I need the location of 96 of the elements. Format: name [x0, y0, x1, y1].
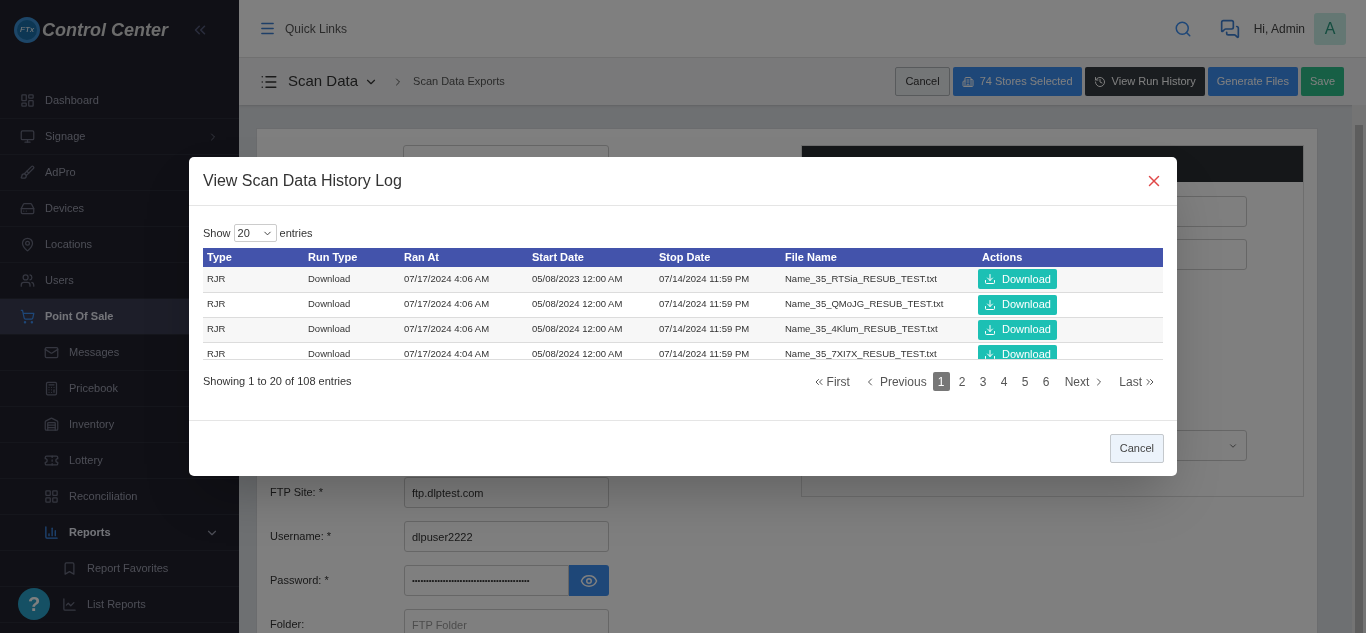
logo-text: Control Center [42, 18, 170, 42]
calculator-icon [44, 381, 59, 396]
table-cell: 07/14/2024 11:59 PM [655, 317, 781, 342]
download-icon [984, 273, 996, 286]
download-icon [984, 323, 996, 336]
table-cell: Name_35_RTSia_RESUB_TEST.txt [781, 267, 978, 292]
toolbar-button[interactable]: Generate Files [1207, 67, 1298, 96]
toolbar-button[interactable]: 74 Stores Selected [952, 67, 1082, 96]
chat-icon[interactable] [1219, 18, 1240, 39]
page-button[interactable]: 5 [1016, 372, 1034, 391]
page-title[interactable]: Scan Data [288, 70, 359, 93]
field-label: Password: * [270, 573, 330, 589]
download-icon [984, 298, 996, 311]
table-cell: Download [304, 317, 400, 342]
toolbar-button[interactable]: Save [1300, 67, 1344, 96]
sidebar-item[interactable]: Signage [0, 119, 239, 155]
column-header: Stop Date [655, 248, 781, 267]
drive-icon [20, 201, 35, 216]
bar-chart-icon [44, 525, 59, 540]
help-button[interactable]: ? [18, 588, 50, 620]
table-cell: 05/08/2023 12:00 AM [528, 267, 655, 292]
previous-page-button[interactable]: Previous [863, 372, 927, 391]
sidebar-item[interactable]: Dashboard [0, 83, 239, 119]
table-cell: 07/17/2024 4:04 AM [400, 342, 528, 359]
field-label: Username: * [270, 529, 333, 545]
table-cell: Name_35_4Klum_RESUB_TEST.txt [781, 317, 978, 342]
bookmark-icon [62, 561, 77, 576]
page-button[interactable]: 1 [932, 372, 950, 391]
envelope-icon [44, 345, 59, 360]
monitor-icon [20, 129, 35, 144]
download-button[interactable]: Download [978, 319, 1057, 340]
toolbar-button[interactable]: Cancel [895, 67, 950, 96]
table-cell: 07/14/2024 11:59 PM [655, 267, 781, 292]
history-icon [1093, 75, 1106, 88]
entries-label: entries [279, 225, 313, 241]
brush-icon [20, 165, 35, 180]
cancel-button[interactable]: Cancel [1109, 434, 1164, 463]
page-button[interactable]: 6 [1037, 372, 1055, 391]
table-cell: 05/08/2024 12:00 AM [528, 342, 655, 359]
field-label: FTP Site: * [270, 485, 324, 501]
table-cell: 07/17/2024 4:06 AM [400, 317, 528, 342]
sidebar-item[interactable]: Reconciliation [0, 479, 239, 515]
sidebar-item[interactable]: Report Favorites [0, 551, 239, 587]
show-password-button[interactable] [568, 565, 609, 596]
next-page-button[interactable]: Next [1064, 372, 1106, 391]
grid-icon [44, 489, 59, 504]
table-cell: 07/17/2024 4:06 AM [400, 292, 528, 317]
building-icon [961, 75, 974, 88]
search-icon[interactable] [1173, 19, 1192, 38]
download-icon [984, 348, 996, 359]
download-button[interactable]: Download [978, 294, 1057, 315]
users-icon [20, 273, 35, 288]
page-size-select[interactable]: 20 [233, 224, 277, 242]
map-pin-icon [20, 237, 35, 252]
menu-icon[interactable] [259, 20, 276, 37]
dashboard-icon [20, 93, 35, 108]
table-cell: Download [304, 267, 400, 292]
page-button[interactable]: 3 [974, 372, 992, 391]
table-cell: 05/08/2024 12:00 AM [528, 292, 655, 317]
page-button[interactable]: 2 [953, 372, 971, 391]
table-cell: Name_35_QMoJG_RESUB_TEST.txt [781, 292, 978, 317]
table-cell: Download [304, 342, 400, 359]
table-cell: 07/14/2024 11:59 PM [655, 342, 781, 359]
table-cell: 05/08/2024 12:00 AM [528, 317, 655, 342]
warehouse-icon [44, 417, 59, 432]
column-header: Type [203, 248, 304, 267]
cart-icon [20, 309, 35, 324]
avatar[interactable]: A [1314, 12, 1346, 45]
field-label: Folder: [270, 617, 306, 633]
table-cell: 07/17/2024 4:06 AM [400, 267, 528, 292]
column-header: Start Date [528, 248, 655, 267]
input-field[interactable]: dlpuser2222 [404, 521, 609, 552]
table-cell: Download [304, 292, 400, 317]
show-label: Show [203, 225, 231, 241]
input-field[interactable]: ftp.dlptest.com [404, 477, 609, 508]
download-button[interactable]: Download [978, 269, 1057, 290]
page-button[interactable]: 4 [995, 372, 1013, 391]
column-header: Actions [978, 248, 1163, 267]
ticket-icon [44, 453, 59, 468]
first-page-button[interactable]: First [812, 372, 850, 391]
download-button[interactable]: Download [978, 344, 1057, 359]
breadcrumb-text[interactable]: Scan Data Exports [413, 73, 896, 90]
quick-links-link[interactable]: Quick Links [285, 19, 1174, 38]
line-chart-icon [62, 597, 77, 612]
password-field[interactable]: •••••••••••••••••••••••••••••••••••••••••• [404, 565, 569, 596]
greeting-text: Hi, Admin [1253, 20, 1305, 38]
logo-badge: FTx [14, 17, 40, 43]
column-header: Ran At [400, 248, 528, 267]
table-cell: Name_35_7XI7X_RESUB_TEST.txt [781, 342, 978, 359]
sidebar-item[interactable]: Reports [0, 515, 239, 551]
last-page-button[interactable]: Last [1119, 372, 1156, 391]
toolbar-button[interactable]: View Run History [1084, 67, 1205, 96]
table-cell: 07/14/2024 11:59 PM [655, 292, 781, 317]
scrollbar[interactable] [1352, 105, 1366, 633]
column-header: Run Type [304, 248, 400, 267]
column-header: File Name [781, 248, 978, 267]
